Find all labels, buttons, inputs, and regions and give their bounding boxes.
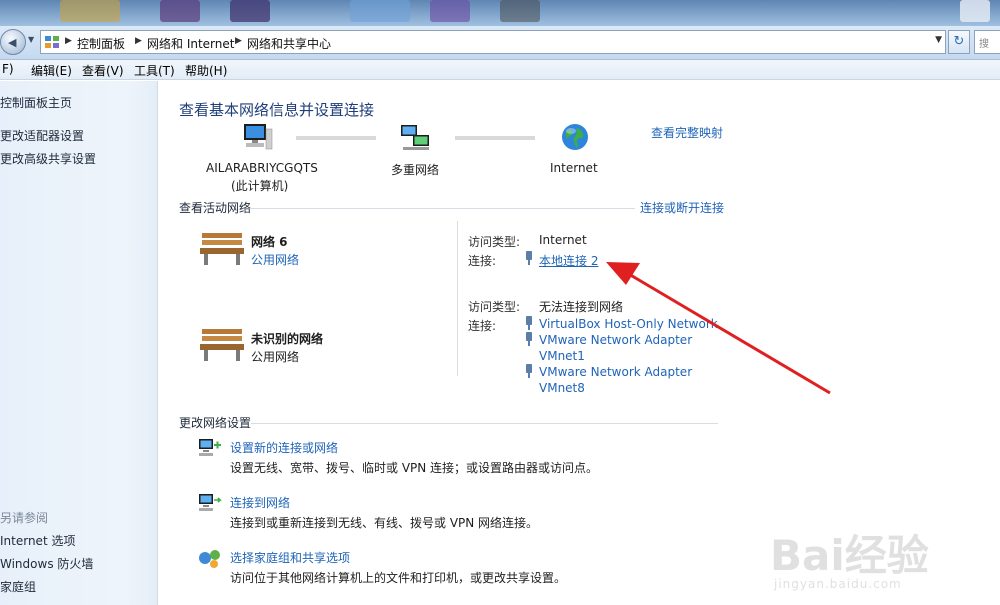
network-name: 未识别的网络: [251, 332, 324, 346]
crumb-separator-icon: ▶: [65, 36, 72, 46]
connection-link-local-2[interactable]: 本地连接 2: [539, 252, 598, 269]
sidebar-link-control-panel-home[interactable]: 控制面板主页: [0, 94, 72, 111]
connections-label: 连接:: [468, 319, 497, 333]
sidebar-link-adapter-settings[interactable]: 更改适配器设置: [0, 127, 84, 144]
network-type-link[interactable]: 公用网络: [251, 251, 299, 268]
access-type-label: 访问类型:: [468, 235, 521, 249]
map-connection-line: [455, 136, 535, 140]
menu-bar: F) 编辑(E) 查看(V) 工具(T) 帮助(H): [0, 60, 1000, 80]
menu-view[interactable]: 查看(V): [82, 62, 124, 79]
sidebar-link-advanced-sharing[interactable]: 更改高级共享设置: [0, 150, 96, 167]
sidebar-link-windows-firewall[interactable]: Windows 防火墙: [0, 555, 93, 572]
connection-link-vmnet8[interactable]: VMnet8: [539, 381, 585, 395]
menu-tools[interactable]: 工具(T): [134, 62, 175, 79]
access-type-value: Internet: [539, 233, 587, 247]
back-button[interactable]: ◀: [0, 29, 26, 55]
setup-connection-icon[interactable]: [197, 436, 223, 460]
watermark-url: jingyan.baidu.com: [774, 577, 902, 591]
network-name: 网络 6: [251, 235, 288, 249]
connections-label: 连接:: [468, 254, 497, 268]
crumb-separator-icon: ▶: [135, 36, 142, 46]
task-homegroup-link[interactable]: 选择家庭组和共享选项: [230, 549, 350, 566]
sidebar-link-homegroup[interactable]: 家庭组: [0, 578, 36, 595]
see-also-heading: 另请参阅: [0, 511, 49, 525]
task-setup-connection-desc: 设置无线、宽带、拨号、临时或 VPN 连接；或设置路由器或访问点。: [230, 461, 599, 475]
watermark-brand: Bai经验: [770, 531, 929, 580]
history-dropdown-icon[interactable]: ▼: [28, 35, 38, 49]
address-bar[interactable]: ▶ 控制面板 ▶ 网络和 Internet ▶ 网络和共享中心 ▼: [40, 30, 946, 54]
crumb-network-internet[interactable]: 网络和 Internet: [147, 35, 234, 52]
divider: [251, 208, 635, 209]
menu-help[interactable]: 帮助(H): [185, 62, 227, 79]
internet-label: Internet: [550, 161, 598, 175]
ethernet-plug-icon: [526, 251, 532, 265]
menu-edit[interactable]: 编辑(E): [31, 62, 72, 79]
access-type-value: 无法连接到网络: [539, 300, 624, 314]
active-networks-heading: 查看活动网络: [179, 201, 252, 215]
internet-globe-icon[interactable]: [559, 121, 591, 153]
page-title: 查看基本网络信息并设置连接: [179, 101, 375, 119]
crumb-separator-icon: ▶: [235, 36, 242, 46]
computer-subtitle: (此计算机): [231, 179, 289, 193]
connect-disconnect-link[interactable]: 连接或断开连接: [640, 199, 724, 216]
menu-file[interactable]: F): [2, 62, 14, 76]
view-full-map-link[interactable]: 查看完整映射: [651, 124, 723, 141]
homegroup-sharing-icon[interactable]: [197, 546, 223, 570]
connection-link-virtualbox[interactable]: VirtualBox Host-Only Network: [539, 317, 718, 331]
address-row: ◀ ▼ ▶ 控制面板 ▶ 网络和 Internet ▶ 网络和共享中心 ▼ ↻ …: [0, 26, 1000, 60]
access-type-label: 访问类型:: [468, 300, 521, 314]
search-input[interactable]: 搜: [974, 30, 1000, 54]
left-navigation-pane: 控制面板主页 更改适配器设置 更改高级共享设置 另请参阅 Internet 选项…: [0, 81, 158, 605]
task-homegroup-desc: 访问位于其他网络计算机上的文件和打印机，或更改共享设置。: [230, 571, 567, 585]
change-settings-heading: 更改网络设置: [179, 416, 252, 430]
connection-link-vmnet1[interactable]: VMnet1: [539, 349, 585, 363]
network-type: 公用网络: [251, 350, 300, 364]
ethernet-plug-icon: [526, 316, 532, 330]
baidu-watermark: Bai经验 jingyan.baidu.com: [770, 522, 990, 602]
search-icon: 搜: [979, 39, 989, 50]
crumb-network-sharing-center[interactable]: 网络和共享中心: [247, 35, 331, 52]
address-dropdown-icon[interactable]: ▼: [935, 35, 942, 45]
connect-to-network-icon[interactable]: [197, 491, 223, 515]
multiple-networks-label: 多重网络: [391, 163, 440, 177]
task-connect-network-desc: 连接到或重新连接到无线、有线、拨号或 VPN 网络连接。: [230, 516, 539, 530]
ethernet-plug-icon: [526, 332, 532, 346]
bench-public-network-icon[interactable]: [198, 325, 246, 363]
connection-link-vmware-8[interactable]: VMware Network Adapter: [539, 365, 692, 379]
bench-public-network-icon[interactable]: [198, 229, 246, 267]
task-connect-network-link[interactable]: 连接到网络: [230, 494, 290, 511]
control-panel-icon: [45, 36, 59, 48]
map-connection-line: [296, 136, 376, 140]
crumb-control-panel[interactable]: 控制面板: [77, 35, 125, 52]
multiple-networks-icon[interactable]: [399, 123, 433, 153]
sidebar-link-internet-options[interactable]: Internet 选项: [0, 532, 75, 549]
computer-name: AILARABRIYCGQTS: [206, 161, 318, 175]
back-arrow-icon: ◀: [8, 36, 17, 49]
computer-icon[interactable]: [240, 121, 274, 153]
task-setup-connection-link[interactable]: 设置新的连接或网络: [230, 439, 338, 456]
divider: [251, 423, 718, 424]
refresh-button[interactable]: ↻: [948, 30, 970, 54]
divider: [457, 221, 458, 376]
refresh-icon: ↻: [953, 34, 965, 49]
taskbar-strip: [0, 0, 1000, 26]
connection-link-vmware-1[interactable]: VMware Network Adapter: [539, 333, 692, 347]
ethernet-plug-icon: [526, 364, 532, 378]
